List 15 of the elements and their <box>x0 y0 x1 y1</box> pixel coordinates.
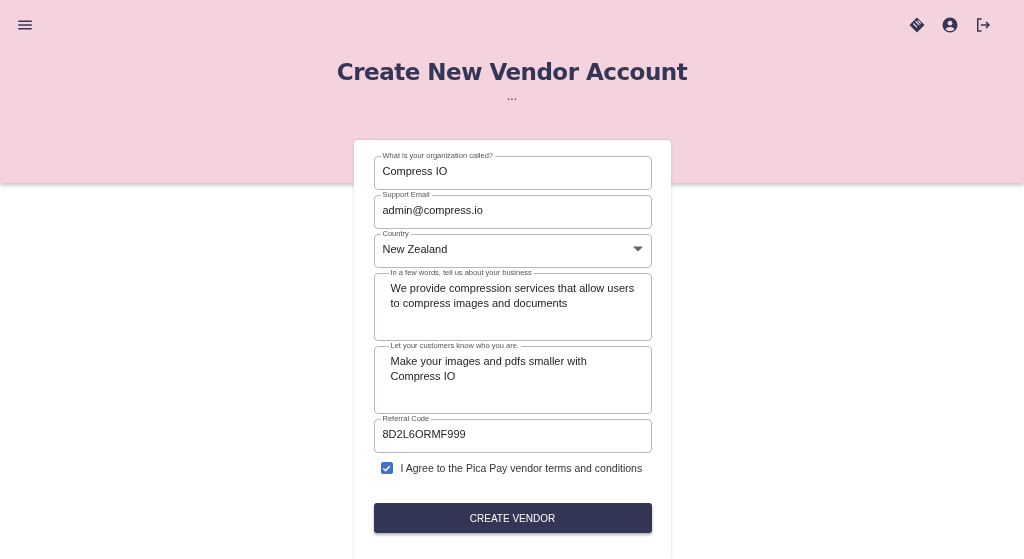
page-subtitle: ... <box>507 89 517 103</box>
field-value: 8D2L6ORMF999 <box>382 427 467 440</box>
field-value: Compress IO <box>382 164 449 177</box>
logout-icon[interactable] <box>974 16 992 34</box>
checkbox[interactable] <box>380 462 393 474</box>
field-value: admin@compress.io <box>382 203 484 216</box>
field-value: We provide compression services that allow users to compress images and documents <box>390 281 635 311</box>
checkbox-label: I Agree to the Pica Pay vendor terms and conditions <box>400 462 643 474</box>
field-value: New Zealand <box>382 242 449 255</box>
create-vendor-button[interactable]: CREATE VENDOR <box>373 503 652 533</box>
field-value: Make your images and pdfs smaller with Compress IO <box>390 354 588 384</box>
account-icon[interactable] <box>941 16 959 34</box>
caret-icon <box>632 245 643 252</box>
page-title: Create New Vendor Account <box>336 59 688 85</box>
diamond-icon[interactable] <box>908 16 926 34</box>
